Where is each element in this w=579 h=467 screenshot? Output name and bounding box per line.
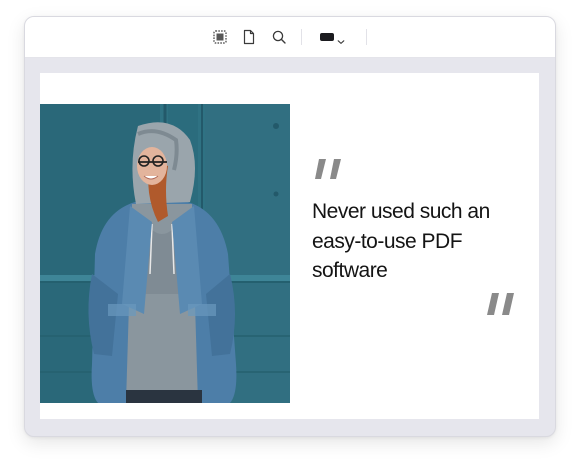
testimonial-photo (40, 104, 290, 403)
search-icon[interactable] (271, 29, 287, 45)
testimonial-quote: Never used such an easy-to-use PDF softw… (312, 200, 490, 282)
app-window: Never used such an easy-to-use PDF softw… (24, 16, 556, 437)
open-quote-icon (311, 155, 345, 181)
color-picker-dropdown[interactable] (316, 28, 352, 46)
chevron-down-icon (337, 33, 345, 44)
document-page: Never used such an easy-to-use PDF softw… (40, 73, 539, 419)
toolbar-divider (366, 29, 367, 45)
close-quote-icon (483, 291, 517, 317)
page-icon[interactable] (241, 29, 257, 45)
select-region-icon[interactable] (212, 29, 228, 45)
color-swatch (320, 33, 334, 41)
toolbar-divider (301, 29, 302, 45)
toolbar (25, 17, 555, 58)
